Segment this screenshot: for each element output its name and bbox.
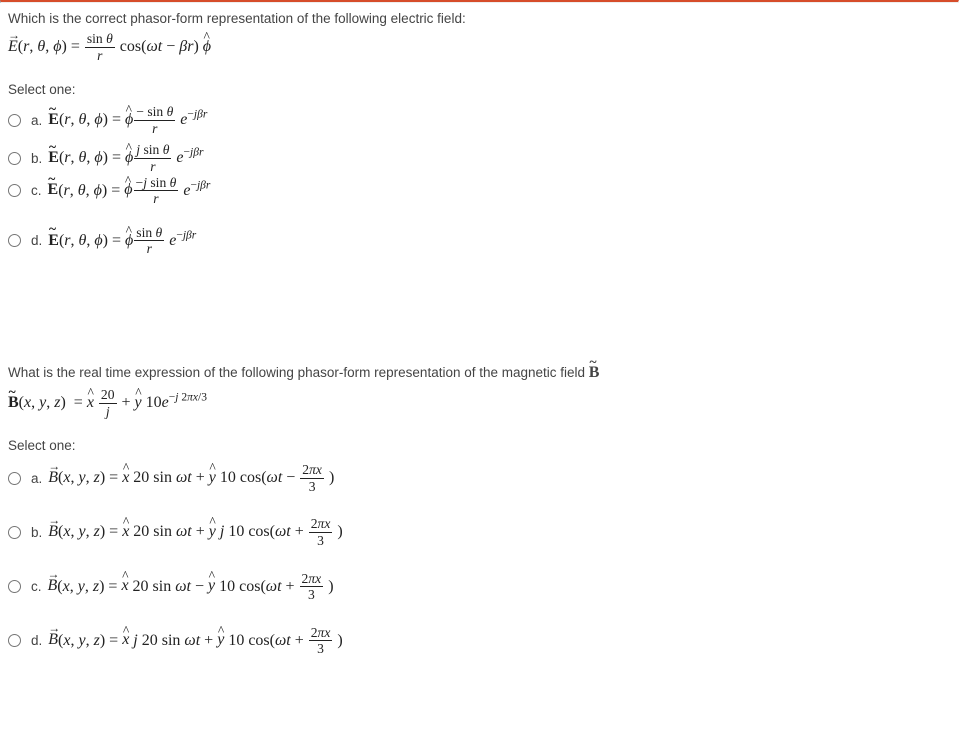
q1-radio-a[interactable] [8, 114, 21, 127]
q1-option-b[interactable]: b. E(r, θ, ϕ) = ϕj sin θr e−jβr [8, 143, 951, 173]
q2-radio-b[interactable] [8, 526, 21, 539]
q2-formula: B(x, y, z) = x 20j + y 10e−j 2πx/3 [8, 388, 951, 418]
q2-option-formula-b: B(x, y, z) = x 20 sin ωt + y j 10 cos(ωt… [48, 517, 342, 547]
question-1: Which is the correct phasor-form represe… [0, 3, 959, 286]
q1-option-d[interactable]: d. E(r, θ, ϕ) = ϕsin θr e−jβr [8, 226, 951, 256]
q2-option-key-c: c. [31, 579, 42, 594]
q2-option-key-a: a. [31, 471, 42, 486]
q1-prompt: Which is the correct phasor-form represe… [8, 11, 951, 26]
q1-select-label: Select one: [8, 82, 951, 97]
q2-radio-a[interactable] [8, 472, 21, 485]
q1-option-a[interactable]: a. E(r, θ, ϕ) = ϕ− sin θr e−jβr [8, 105, 951, 135]
question-2: What is the real time expression of the … [0, 356, 959, 670]
q1-option-c[interactable]: c. E(r, θ, ϕ) = ϕ−j sin θr e−jβr [8, 176, 951, 206]
q1-radio-c[interactable] [8, 184, 21, 197]
q1-formula: E(r, θ, ϕ) = sin θr cos(ωt − βr) ϕ [8, 32, 951, 62]
q2-select-label: Select one: [8, 438, 951, 453]
q1-option-key-a: a. [31, 113, 42, 128]
q1-option-formula-d: E(r, θ, ϕ) = ϕsin θr e−jβr [48, 226, 196, 256]
q2-option-d[interactable]: d. B(x, y, z) = x j 20 sin ωt + y 10 cos… [8, 626, 951, 656]
q1-option-key-c: c. [31, 183, 42, 198]
q2-option-formula-a: B(x, y, z) = x 20 sin ωt + y 10 cos(ωt −… [48, 463, 334, 493]
q2-option-formula-d: B(x, y, z) = x j 20 sin ωt + y 10 cos(ωt… [48, 626, 342, 656]
q2-option-key-d: d. [31, 633, 42, 648]
q1-radio-d[interactable] [8, 234, 21, 247]
q2-option-b[interactable]: b. B(x, y, z) = x 20 sin ωt + y j 10 cos… [8, 517, 951, 547]
q1-option-formula-c: E(r, θ, ϕ) = ϕ−j sin θr e−jβr [48, 176, 211, 206]
q2-option-key-b: b. [31, 525, 42, 540]
q1-radio-b[interactable] [8, 152, 21, 165]
q1-option-key-d: d. [31, 233, 42, 248]
q2-radio-c[interactable] [8, 580, 21, 593]
q1-option-formula-b: E(r, θ, ϕ) = ϕj sin θr e−jβr [48, 143, 203, 173]
q2-option-formula-c: B(x, y, z) = x 20 sin ωt − y 10 cos(ωt +… [48, 572, 334, 602]
q1-option-formula-a: E(r, θ, ϕ) = ϕ− sin θr e−jβr [48, 105, 207, 135]
q2-radio-d[interactable] [8, 634, 21, 647]
q2-option-a[interactable]: a. B(x, y, z) = x 20 sin ωt + y 10 cos(ω… [8, 463, 951, 493]
q2-prompt: What is the real time expression of the … [8, 364, 951, 382]
q1-option-key-b: b. [31, 151, 42, 166]
q2-option-c[interactable]: c. B(x, y, z) = x 20 sin ωt − y 10 cos(ω… [8, 572, 951, 602]
